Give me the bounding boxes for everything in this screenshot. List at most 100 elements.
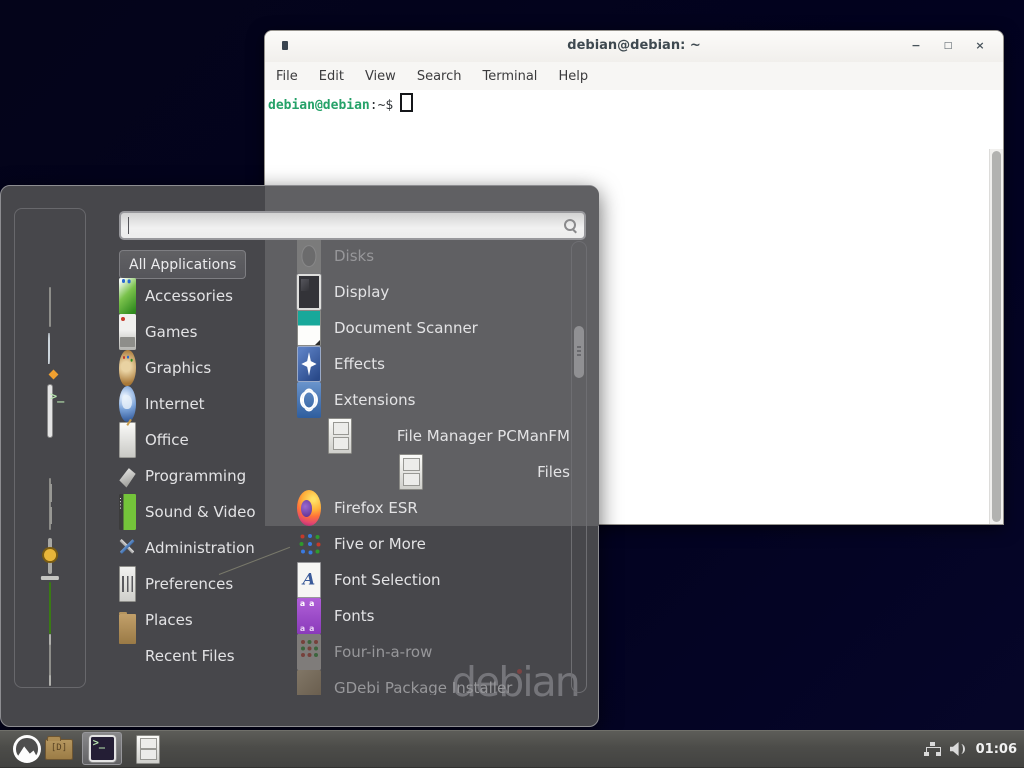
category-label: Graphics [145, 359, 211, 377]
menu-scrollbar-thumb[interactable] [574, 326, 584, 378]
terminal-menu-item[interactable]: Search [417, 69, 462, 84]
disks-icon [297, 238, 321, 274]
effects-icon [297, 346, 321, 382]
terminal-menu-item[interactable]: Terminal [482, 69, 537, 84]
terminal-scrollbar[interactable] [989, 149, 1003, 524]
internet-icon [119, 386, 136, 422]
volume-icon[interactable] [950, 742, 967, 756]
sound-video-icon [119, 494, 136, 530]
application-item[interactable]: Effects [268, 346, 570, 382]
application-label: Files [537, 463, 570, 481]
application-label: Display [334, 283, 389, 301]
menu-category[interactable]: Accessories [119, 278, 266, 314]
keyboard-icon [49, 287, 51, 328]
files-icon [399, 454, 423, 490]
menu-search-bar[interactable] [119, 211, 586, 240]
menu-category[interactable]: Recent Files [119, 638, 266, 674]
screensaver-lock-icon [48, 538, 52, 573]
programming-icon [119, 458, 136, 494]
application-item[interactable]: Five or More [268, 526, 570, 562]
all-applications-button[interactable]: All Applications [119, 250, 246, 279]
category-list: Accessories Games Graphics Internet [119, 278, 266, 674]
application-item[interactable]: Firefox ESR [268, 490, 570, 526]
application-label: GDebi Package Installer [334, 679, 512, 695]
terminal-dark-icon [89, 735, 116, 762]
application-label: Effects [334, 355, 385, 373]
terminal-window-title: debian@debian: ~ [265, 38, 1003, 53]
application-label: Fonts [334, 607, 374, 625]
favorite-item[interactable] [49, 281, 51, 333]
terminal-menu-item[interactable]: Help [558, 69, 588, 84]
start-menu-icon [13, 735, 41, 763]
menu-category[interactable]: Programming [119, 458, 266, 494]
menu-category[interactable]: Administration [119, 530, 266, 566]
application-label: Firefox ESR [334, 499, 418, 517]
terminal-menu-item[interactable]: Edit [319, 69, 344, 84]
category-label: Administration [145, 539, 255, 557]
category-label: Games [145, 323, 197, 341]
application-item[interactable]: Disks [268, 238, 570, 274]
four-in-a-row-icon [297, 634, 321, 670]
logout-icon [49, 582, 51, 634]
terminal-cursor [400, 93, 413, 112]
application-item[interactable]: Display [268, 274, 570, 310]
desktop-folder-icon [45, 739, 73, 760]
minimize-button[interactable]: − [907, 37, 925, 55]
prompt-user-host: debian@debian [268, 98, 370, 113]
games-icon [119, 314, 136, 350]
category-label: Sound & Video [145, 503, 256, 521]
application-item[interactable]: Files [268, 454, 570, 490]
application-label: Extensions [334, 391, 415, 409]
taskbar-launcher[interactable] [10, 730, 44, 768]
favorite-item[interactable] [49, 478, 51, 530]
menu-category[interactable]: Places [119, 602, 266, 638]
taskbar-clock[interactable]: 01:06 [976, 742, 1017, 757]
favorite-item[interactable] [49, 582, 51, 634]
administration-icon [119, 530, 136, 566]
file-cabinet-icon [136, 735, 160, 764]
category-label: Office [145, 431, 189, 449]
places-icon [119, 614, 136, 644]
application-label: Document Scanner [334, 319, 478, 337]
taskbar-launcher[interactable] [42, 730, 76, 768]
document-scanner-icon [297, 310, 321, 346]
terminal-menubar: File Edit View Search Terminal Help [265, 62, 1003, 90]
menu-category[interactable]: Office [119, 422, 266, 458]
favorite-item[interactable] [48, 530, 52, 582]
menu-category[interactable]: Internet [119, 386, 266, 422]
menu-scrollbar[interactable] [571, 241, 587, 693]
graphics-icon [119, 350, 136, 386]
menu-category[interactable]: Graphics [119, 350, 266, 386]
taskbar-launcher[interactable] [82, 732, 122, 765]
close-button[interactable]: × [971, 37, 989, 55]
search-input[interactable] [127, 215, 551, 238]
terminal-menu-item[interactable]: View [365, 69, 396, 84]
menu-category[interactable]: Sound & Video [119, 494, 266, 530]
application-item[interactable]: Four-in-a-row [268, 634, 570, 670]
terminal-titlebar[interactable]: debian@debian: ~ − □ × [265, 31, 1003, 63]
maximize-button[interactable]: □ [939, 37, 957, 55]
system-tray: 01:06 [924, 730, 1017, 768]
menu-category[interactable]: Games [119, 314, 266, 350]
search-icon [564, 219, 577, 232]
network-icon[interactable] [924, 742, 941, 757]
terminal-menu-item[interactable]: File [276, 69, 298, 84]
gdebi-icon [297, 670, 321, 695]
taskbar-launcher[interactable] [132, 730, 164, 768]
category-label: Accessories [145, 287, 233, 305]
favorite-item[interactable] [48, 385, 52, 437]
application-item[interactable]: Font Selection [268, 562, 570, 598]
favorite-item[interactable] [49, 634, 51, 686]
application-label: Five or More [334, 535, 426, 553]
category-label: Recent Files [145, 647, 235, 665]
menu-category[interactable]: Preferences [119, 566, 266, 602]
desktop[interactable]: debian@debian: ~ − □ × File Edit View Searc… [0, 0, 1024, 768]
application-item[interactable]: Extensions [268, 382, 570, 418]
font-selection-icon [297, 562, 321, 598]
application-item[interactable]: File Manager PCManFM [268, 418, 570, 454]
category-label: Internet [145, 395, 205, 413]
application-item[interactable]: Fonts [268, 598, 570, 634]
terminal-scrollbar-thumb[interactable] [992, 151, 1001, 522]
application-item[interactable]: Document Scanner [268, 310, 570, 346]
application-item[interactable]: GDebi Package Installer [268, 670, 570, 695]
